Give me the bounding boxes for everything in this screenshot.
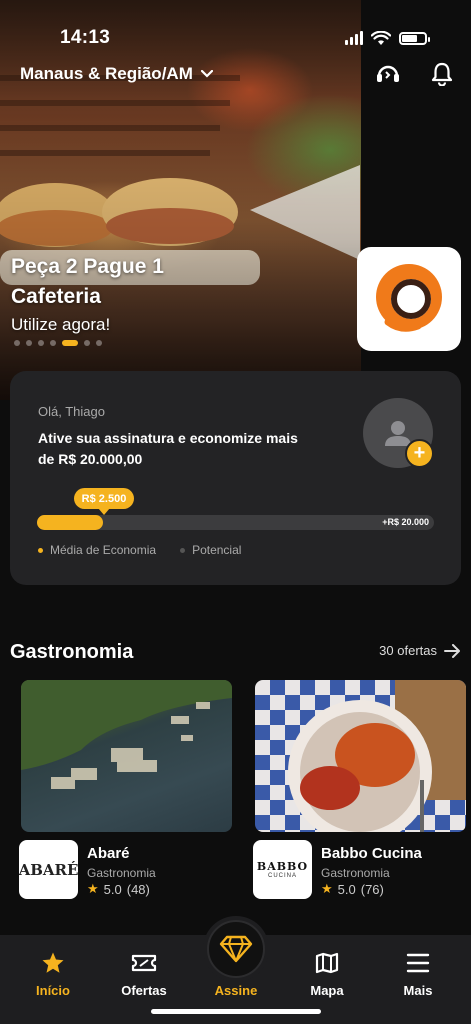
- offer-card[interactable]: ABARÉ Abaré Gastronomia ★ 5.0 (48): [19, 680, 232, 899]
- add-photo-button[interactable]: +: [405, 439, 434, 468]
- promo-text[interactable]: Peça 2 Pague 1 Cafeteria Utilize agora!: [11, 252, 211, 335]
- offer-category: Gastronomia: [321, 866, 390, 880]
- star-icon: ★: [321, 881, 333, 896]
- location-selector[interactable]: Manaus & Região/AM: [20, 64, 213, 84]
- nav-item-inicio[interactable]: Início: [13, 951, 93, 998]
- offer-name: Abaré: [87, 845, 130, 862]
- subscribe-button[interactable]: [203, 916, 269, 982]
- section-title: Gastronomia: [10, 641, 134, 663]
- carousel-dot-active[interactable]: [62, 340, 78, 346]
- review-count: (48): [126, 881, 150, 897]
- home-indicator: [151, 1009, 321, 1014]
- rating-value: 5.0: [103, 881, 122, 897]
- carousel-dot[interactable]: [26, 340, 32, 346]
- nav-item-ofertas[interactable]: Ofertas: [104, 951, 184, 998]
- savings-value-badge: R$ 2.500: [74, 488, 134, 515]
- menu-icon: [406, 953, 430, 973]
- star-icon: [42, 952, 64, 973]
- greeting-text: Olá, Thiago: [38, 404, 105, 419]
- arrow-right-icon: [444, 643, 460, 658]
- ticket-icon: [131, 954, 157, 972]
- rating-value: 5.0: [337, 881, 356, 897]
- legend-dot: [38, 547, 43, 553]
- carousel-dot[interactable]: [38, 340, 44, 346]
- status-time: 14:13: [60, 27, 111, 48]
- carousel-dot[interactable]: [50, 340, 56, 346]
- savings-progress-fill: [37, 515, 103, 530]
- subscription-message: Ative sua assinatura e economize mais de…: [38, 430, 298, 467]
- see-all-label: 30 ofertas: [379, 643, 437, 658]
- diamond-icon: [219, 935, 253, 963]
- offer-image: [21, 680, 232, 832]
- nav-label: Mais: [403, 983, 433, 998]
- review-count: (76): [360, 881, 384, 897]
- support-icon[interactable]: [375, 62, 401, 86]
- hero-banner[interactable]: 14:13 Manaus & Região/AM Peça 2 Pague 1 …: [0, 0, 471, 400]
- nav-item-assine[interactable]: Assine: [196, 983, 276, 998]
- nav-label: Início: [36, 983, 70, 998]
- nav-label: Ofertas: [121, 983, 167, 998]
- status-bar: 14:13: [60, 26, 430, 50]
- offer-category: Gastronomia: [87, 866, 156, 880]
- carousel-dot[interactable]: [96, 340, 102, 346]
- see-all-offers-link[interactable]: 30 ofertas: [379, 643, 461, 658]
- savings-card[interactable]: Olá, Thiago Ative sua assinatura e econo…: [10, 371, 461, 585]
- wifi-icon: [371, 30, 391, 45]
- nav-label: Mapa: [310, 983, 344, 998]
- bell-icon[interactable]: [431, 62, 453, 86]
- chevron-down-icon: [200, 70, 213, 78]
- cafe-logo-icon: [376, 264, 442, 332]
- carousel-dot[interactable]: [14, 340, 20, 346]
- promo-title: Peça 2 Pague 1 Cafeteria: [11, 255, 164, 308]
- nav-label: Assine: [214, 983, 258, 998]
- nav-item-mapa[interactable]: Mapa: [287, 951, 367, 998]
- offer-image: [255, 680, 466, 832]
- promo-subtitle: Utilize agora!: [11, 315, 111, 334]
- legend-item-average: Média de Economia: [38, 543, 156, 557]
- savings-progress-bar: +R$ 20.000: [37, 515, 434, 530]
- map-icon: [315, 952, 339, 974]
- battery-icon: [399, 31, 430, 45]
- location-label: Manaus & Região/AM: [20, 64, 193, 83]
- offer-name: Babbo Cucina: [321, 845, 422, 862]
- offer-rating: ★ 5.0 (48): [87, 881, 150, 897]
- partner-logo[interactable]: [357, 247, 461, 351]
- savings-max-label: +R$ 20.000: [382, 517, 429, 527]
- abare-logo: ABARÉ: [19, 840, 78, 899]
- offer-card[interactable]: BABBO CUCINA Babbo Cucina Gastronomia ★ …: [253, 680, 466, 899]
- babbo-logo: BABBO CUCINA: [253, 840, 312, 899]
- savings-legend: Média de Economia Potencial: [38, 543, 241, 557]
- legend-dot: [180, 547, 186, 553]
- carousel-indicator[interactable]: [14, 340, 102, 346]
- star-icon: ★: [87, 881, 99, 896]
- offer-rating: ★ 5.0 (76): [321, 881, 384, 897]
- legend-item-potential: Potencial: [180, 543, 241, 557]
- signal-icon: [345, 31, 363, 45]
- carousel-dot[interactable]: [84, 340, 90, 346]
- nav-item-mais[interactable]: Mais: [378, 951, 458, 998]
